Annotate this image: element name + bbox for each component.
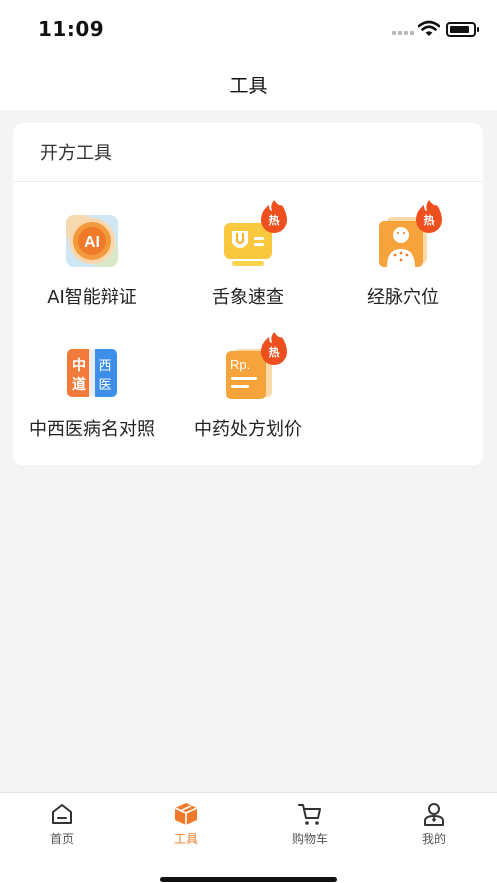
tab-bar: 首页 工具 购物车 我的 [0,792,497,883]
hot-badge: 热 [260,331,288,365]
status-time: 11:09 [38,17,105,41]
tool-label: AI智能辩证 [47,287,137,308]
tool-ai-diagnosis[interactable]: AI AI智能辩证 [12,213,172,309]
zhong-char: 中 [72,357,86,374]
profile-icon [424,803,444,826]
wifi-icon [418,20,440,36]
tool-tongue-check[interactable]: 热 舌象速查 [168,200,328,309]
tool-prescription-pricing[interactable]: Rp. 热 中药处方划价 [168,332,328,441]
tcm-western-compare-icon: 中 道 西 医 [64,345,120,401]
ai-icon-text: AI [84,234,100,251]
hot-badge: 热 [260,199,288,233]
nav-bar: 工具 [0,58,497,110]
ai-diagnosis-icon: AI [64,213,120,269]
tool-label: 中西医病名对照 [29,419,155,440]
tools-box-icon [174,803,198,825]
prescription-pricing-icon: Rp. 热 [220,332,287,401]
page-title: 工具 [229,75,268,97]
tools-card: 开方工具 AI AI智能辩证 热 舌象速查 热 经脉穴位 中 道 西 医 中西医… [13,123,483,465]
battery-icon [446,22,479,37]
cellular-signal-icon [392,31,414,35]
dao-char: 道 [72,376,86,393]
tool-label: 舌象速查 [212,287,284,308]
tab-profile[interactable]: 我的 [372,801,496,847]
tab-label: 工具 [173,832,198,846]
hot-badge-text: 热 [268,346,280,359]
meridian-acupoint-icon: 热 [375,200,442,269]
tool-meridian-acupoint[interactable]: 热 经脉穴位 [323,200,483,309]
hot-badge-text: 热 [423,214,435,227]
tab-label: 我的 [421,832,446,846]
tongue-check-icon: 热 [220,200,287,269]
tab-label: 购物车 [291,832,328,846]
tool-label: 经脉穴位 [367,287,439,308]
status-bar: 11:09 [0,0,497,58]
hot-badge-text: 热 [268,214,280,227]
tab-label: 首页 [49,832,74,846]
home-indicator [160,877,337,882]
rp-text: Rp. [230,357,250,372]
tool-tcm-western-compare[interactable]: 中 道 西 医 中西医病名对照 [12,345,172,441]
tab-cart[interactable]: 购物车 [248,801,372,847]
card-header: 开方工具 [13,123,483,182]
tab-tools[interactable]: 工具 [124,801,248,847]
tab-home[interactable]: 首页 [0,801,124,847]
section-title: 开方工具 [40,143,112,164]
yi-char: 医 [98,378,111,393]
hot-badge: 热 [415,199,443,233]
xi-char: 西 [98,359,111,374]
home-icon [52,804,72,824]
cart-icon [298,804,321,825]
tool-label: 中药处方划价 [194,419,302,440]
